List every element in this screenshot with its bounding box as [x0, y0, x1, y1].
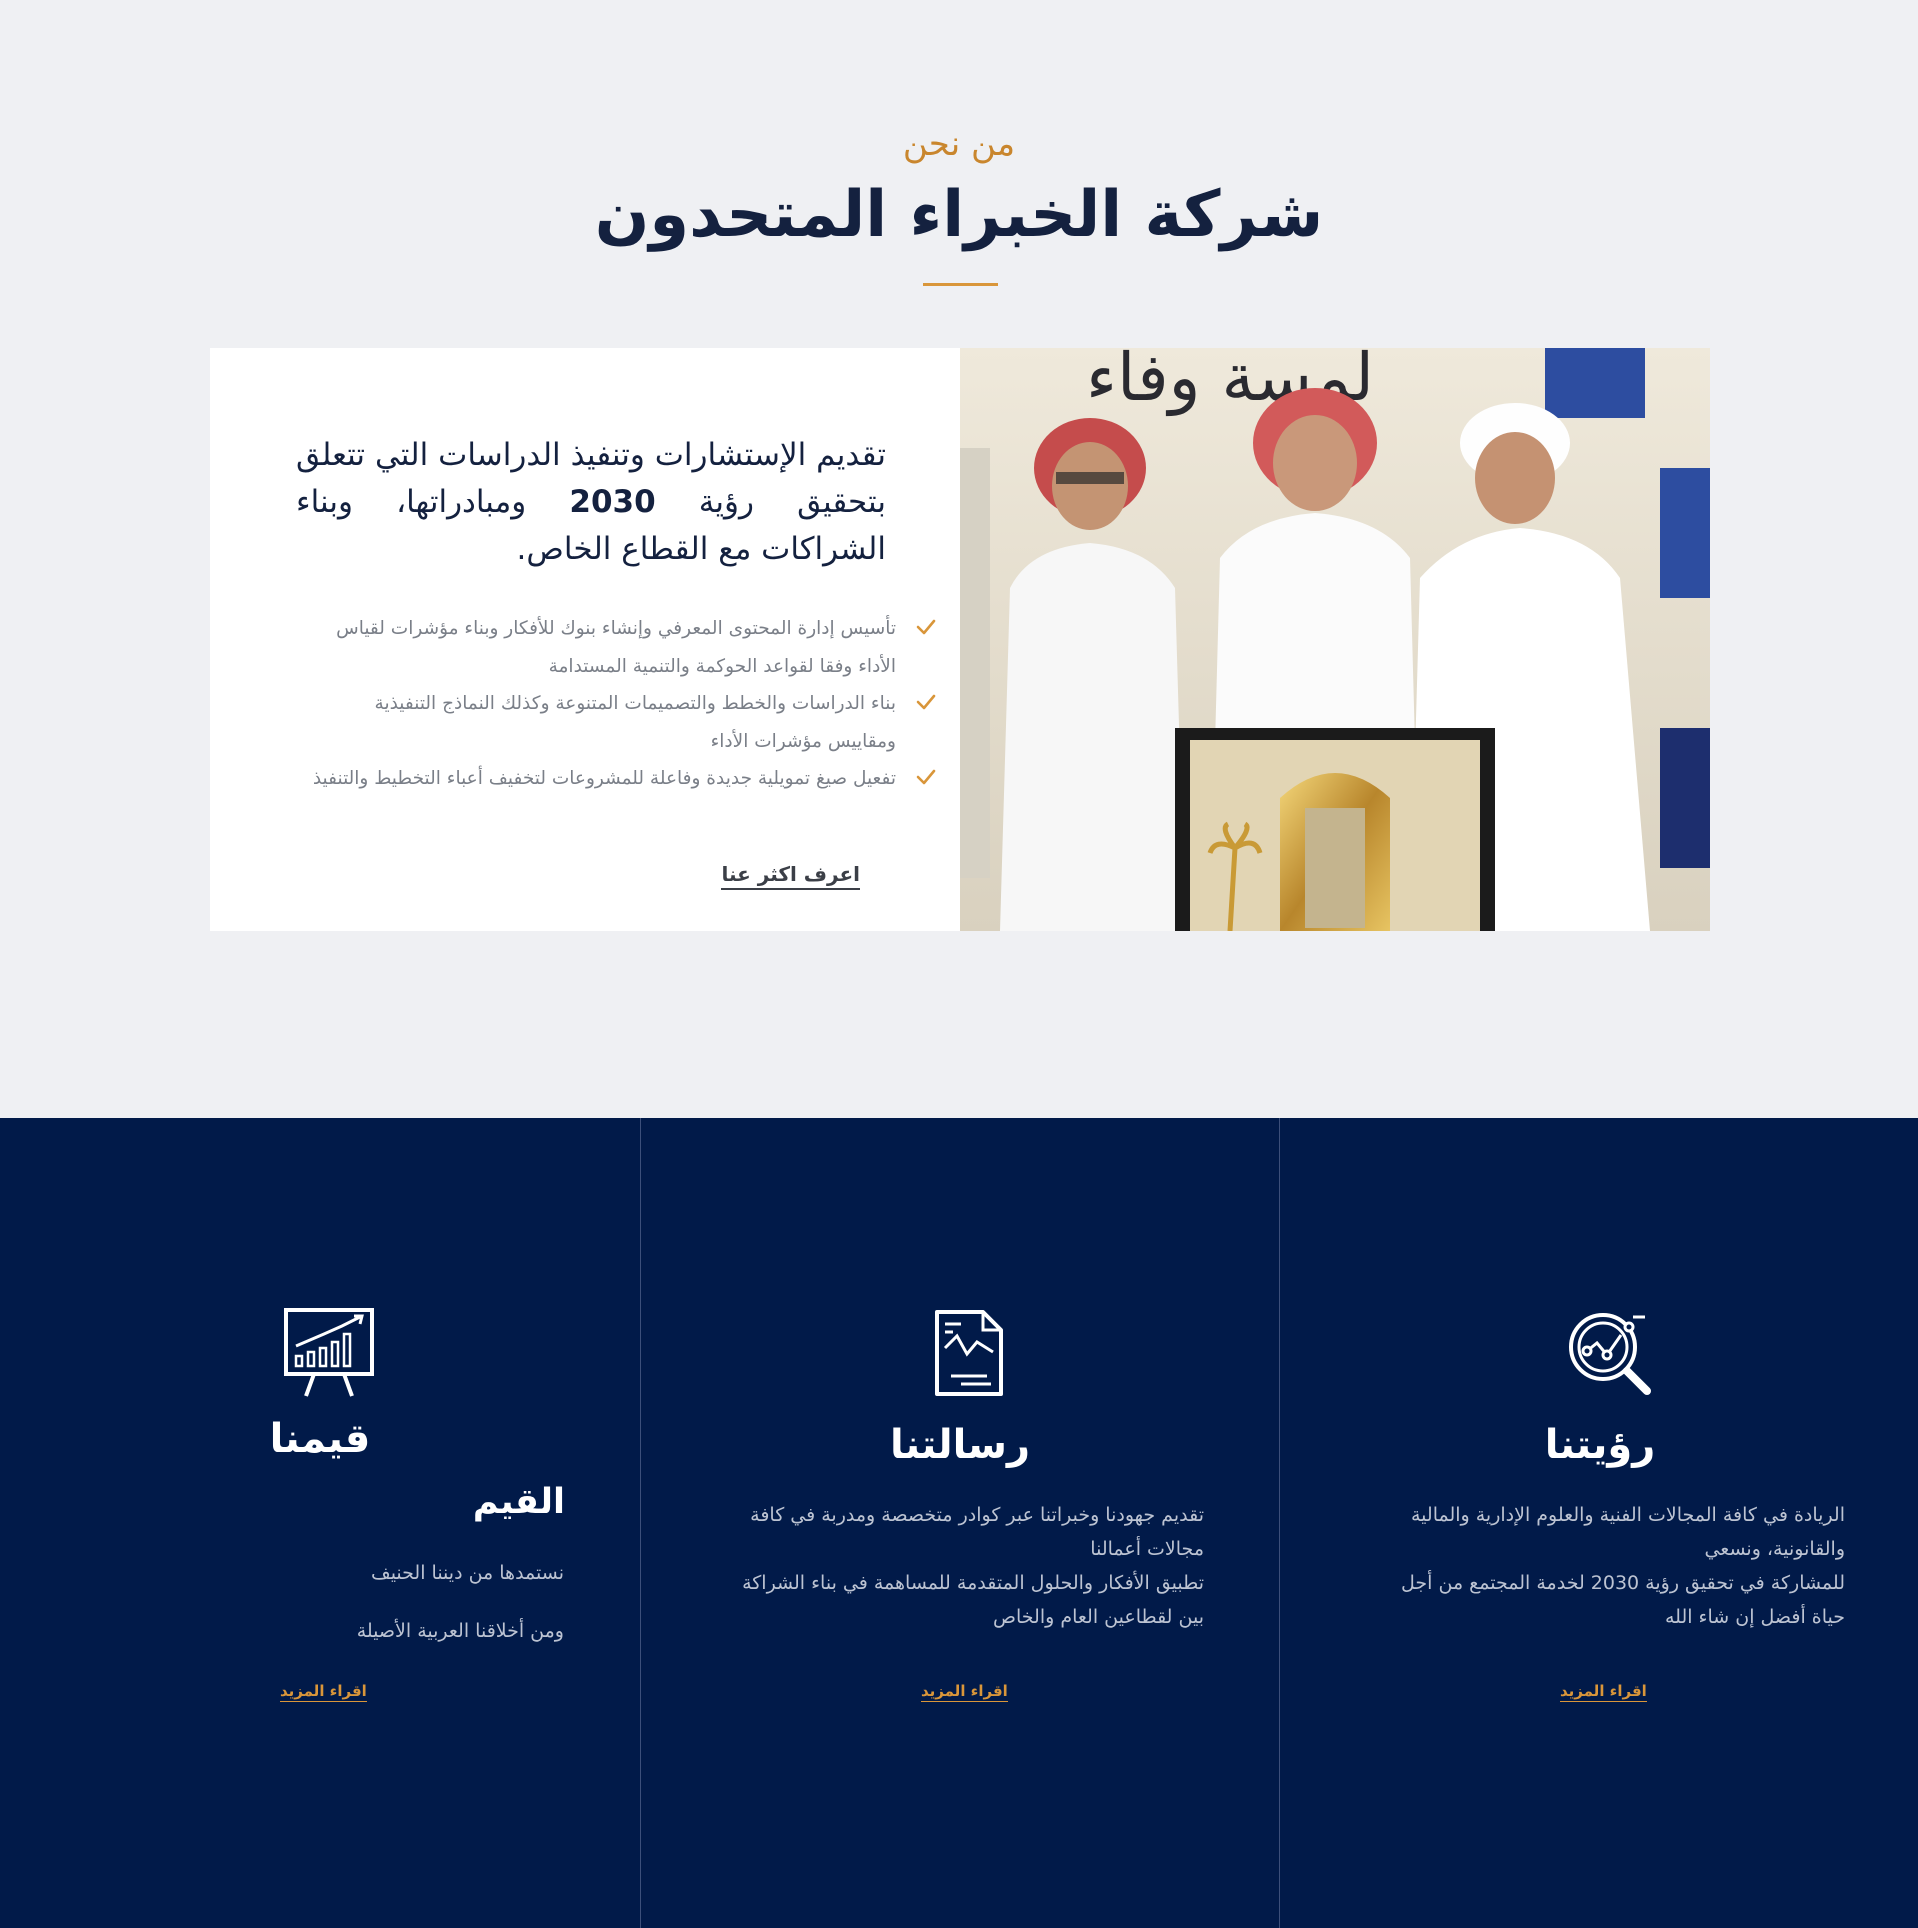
section-title: شركة الخبراء المتحدون	[594, 178, 1324, 252]
title-divider	[923, 283, 998, 286]
mission-line: تقديم جهودنا وخبراتنا عبر كوادر متخصصة و…	[750, 1504, 1204, 1560]
values-section: رؤيتنا الريادة في كافة المجالات الفنية و…	[0, 1118, 1918, 1928]
presentation-board-icon	[284, 1308, 374, 1397]
vision-text: الريادة في كافة المجالات الفنية والعلوم …	[1380, 1498, 1845, 1634]
award-ceremony-photo: لمسة وفاء	[960, 348, 1710, 931]
about-section: من نحن شركة الخبراء المتحدون تقديم الإست…	[0, 0, 1918, 1118]
list-item: تأسيس إدارة المحتوى المعرفي وإنشاء بنوك …	[310, 610, 936, 685]
check-icon	[916, 769, 936, 785]
values-line: ومن أخلاقنا العربية الأصيلة	[356, 1620, 564, 1642]
lead-year: 2030	[569, 484, 656, 520]
values-title: قيمنا	[269, 1416, 371, 1462]
mission-title: رسالتنا	[889, 1422, 1031, 1468]
vision-line: للمشاركة في تحقيق رؤية 2030 لخدمة المجتم…	[1401, 1572, 1845, 1628]
values-read-more-link[interactable]: اقراء المزيد	[280, 1682, 367, 1702]
mission-line: تطبيق الأفكار والحلول المتقدمة للمساهمة …	[742, 1572, 1204, 1628]
mission-column: رسالتنا تقديم جهودنا وخبراتنا عبر كوادر …	[641, 1118, 1279, 1928]
values-column: قيمنا القيم نستمدها من ديننا الحنيف ومن …	[0, 1118, 640, 1928]
vision-column: رؤيتنا الريادة في كافة المجالات الفنية و…	[1280, 1118, 1918, 1928]
list-item: بناء الدراسات والخطط والتصميمات المتنوعة…	[310, 685, 936, 760]
about-lead: تقديم الإستشارات وتنفيذ الدراسات التي تت…	[296, 432, 886, 573]
check-icon	[916, 619, 936, 635]
values-subheading: القيم	[472, 1482, 565, 1522]
section-subtitle: من نحن	[902, 124, 1016, 164]
bullet-text: تأسيس إدارة المحتوى المعرفي وإنشاء بنوك …	[336, 618, 896, 677]
learn-more-link[interactable]: اعرف اكثر عنا	[721, 862, 860, 890]
about-photo: لمسة وفاء	[960, 348, 1710, 931]
check-icon	[916, 694, 936, 710]
vision-line: الريادة في كافة المجالات الفنية والعلوم …	[1410, 1504, 1845, 1560]
values-text: نستمدها من ديننا الحنيف ومن أخلاقنا العر…	[200, 1544, 564, 1660]
values-line: نستمدها من ديننا الحنيف	[371, 1562, 564, 1584]
bullet-text: بناء الدراسات والخطط والتصميمات المتنوعة…	[374, 693, 896, 752]
list-item: تفعيل صيغ تمويلية جديدة وفاعلة للمشروعات…	[310, 760, 936, 798]
bullet-text: تفعيل صيغ تمويلية جديدة وفاعلة للمشروعات…	[312, 768, 896, 789]
vision-title: رؤيتنا	[1544, 1422, 1656, 1468]
vision-read-more-link[interactable]: اقراء المزيد	[1560, 1682, 1647, 1702]
mission-read-more-link[interactable]: اقراء المزيد	[921, 1682, 1008, 1702]
document-chart-icon	[935, 1310, 1003, 1396]
about-bullets: تأسيس إدارة المحتوى المعرفي وإنشاء بنوك …	[310, 610, 936, 798]
magnifier-chart-icon	[1569, 1313, 1651, 1395]
mission-text: تقديم جهودنا وخبراتنا عبر كوادر متخصصة و…	[719, 1498, 1204, 1634]
about-card: تقديم الإستشارات وتنفيذ الدراسات التي تت…	[210, 348, 960, 931]
